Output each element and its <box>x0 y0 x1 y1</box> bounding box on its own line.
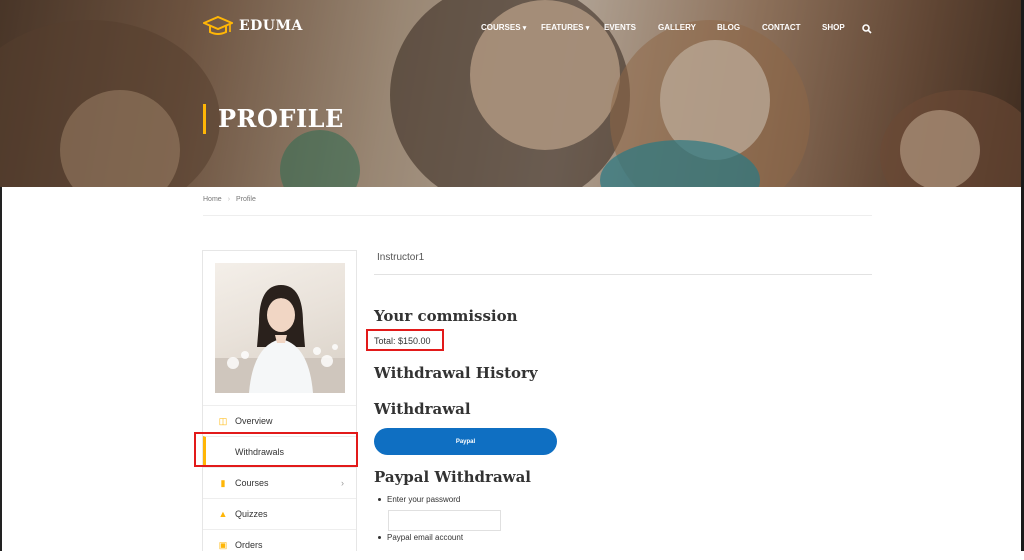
nav-item-shop[interactable]: SHOP <box>822 23 845 32</box>
chevron-right-icon: › <box>341 478 344 488</box>
nav-item-features[interactable]: FEATURES ▾ <box>541 23 589 32</box>
sidebar-item-orders[interactable]: ▣ Orders <box>203 529 356 560</box>
dashboard-icon: ◫ <box>218 415 228 426</box>
nav-item-label: FEATURES <box>541 23 584 32</box>
sidebar-item-label: Overview <box>235 416 273 426</box>
chevron-down-icon: ▾ <box>585 25 590 32</box>
paypal-withdrawal-form-email: Paypal email account <box>378 533 463 546</box>
sidebar-menu: ◫ Overview Withdrawals ▮ Courses › ▲ Qui… <box>203 405 356 560</box>
puzzle-icon: ▲ <box>218 509 228 519</box>
chevron-down-icon: ▾ <box>522 25 527 32</box>
paypal-email-label: Paypal email account <box>387 533 464 542</box>
paypal-withdrawal-form: Enter your password <box>378 495 460 508</box>
password-field[interactable] <box>388 510 501 531</box>
paypal-withdrawal-heading: Paypal Withdrawal <box>374 468 531 486</box>
paypal-button[interactable]: Paypal <box>374 428 557 455</box>
site-logo-text: EDUMA <box>239 18 303 34</box>
sidebar-item-label: Quizzes <box>235 509 268 519</box>
graduation-cap-icon <box>203 15 233 35</box>
sidebar-item-label: Courses <box>235 478 269 488</box>
page-title-block: PROFILE <box>203 104 344 134</box>
password-label: Enter your password <box>387 495 461 504</box>
breadcrumb-divider <box>203 215 872 216</box>
breadcrumb: Home › Profile <box>203 196 256 203</box>
sidebar-item-quizzes[interactable]: ▲ Quizzes <box>203 498 356 529</box>
breadcrumb-separator: › <box>227 196 231 203</box>
nav-item-courses[interactable]: COURSES ▾ <box>481 23 526 32</box>
sidebar-item-label: Orders <box>235 540 263 550</box>
cart-icon: ▣ <box>218 539 228 550</box>
breadcrumb-current: Profile <box>236 196 256 203</box>
site-logo[interactable]: EDUMA <box>203 15 303 37</box>
highlight-box-withdrawals <box>194 432 358 467</box>
search-icon[interactable] <box>862 21 872 39</box>
page-title: PROFILE <box>218 104 344 133</box>
breadcrumb-home-link[interactable]: Home <box>203 196 222 203</box>
nav-item-gallery[interactable]: GALLERY <box>658 23 696 32</box>
avatar <box>215 263 345 393</box>
sidebar-item-courses[interactable]: ▮ Courses › <box>203 467 356 498</box>
top-navigation-bar: EDUMA COURSES ▾ FEATURES ▾ EVENTS GALLER… <box>0 0 1024 54</box>
withdrawal-heading: Withdrawal <box>374 400 471 418</box>
profile-sidebar: ◫ Overview Withdrawals ▮ Courses › ▲ Qui… <box>202 250 357 551</box>
nav-item-events[interactable]: EVENTS <box>604 23 636 32</box>
username-divider <box>374 274 872 275</box>
nav-item-label: COURSES <box>481 23 521 32</box>
nav-item-blog[interactable]: BLOG <box>717 23 740 32</box>
commission-total: Total: $150.00 <box>374 336 431 346</box>
list-item: Paypal email account <box>378 533 463 542</box>
commission-heading: Your commission <box>374 307 518 325</box>
hero-banner: EDUMA COURSES ▾ FEATURES ▾ EVENTS GALLER… <box>0 0 1024 187</box>
profile-username: Instructor1 <box>377 252 425 263</box>
withdrawal-history-heading: Withdrawal History <box>374 364 538 382</box>
book-icon: ▮ <box>220 477 226 488</box>
list-item: Enter your password <box>378 495 460 504</box>
nav-item-contact[interactable]: CONTACT <box>762 23 801 32</box>
